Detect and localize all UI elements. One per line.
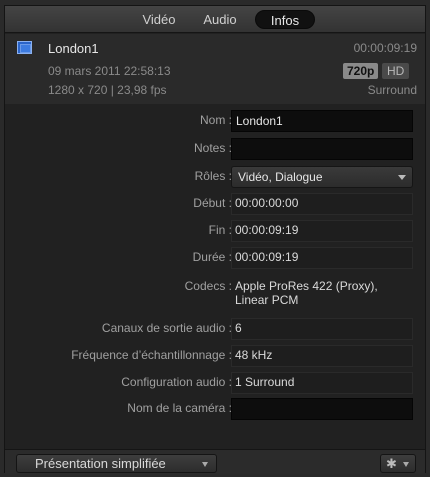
tab-bar: Vidéo Audio Infos (5, 6, 425, 33)
codecs-value-line2: Linear PCM (235, 293, 299, 307)
row-roles: Rôles : Vidéo, Dialogue (5, 166, 425, 188)
debut-label: Début : (193, 196, 232, 210)
canaux-value: 6 (235, 321, 242, 335)
format-720p-badge: 720p (343, 63, 379, 79)
inspector-panel: Vidéo Audio Infos London1 00:00:09:19 09… (4, 5, 426, 474)
row-frequence: Fréquence d’échantillonnage : 48 kHz (5, 345, 425, 367)
codecs-label: Codecs : (184, 279, 232, 293)
inspector-footer: Présentation simplifiée ✱ (5, 449, 425, 474)
nom-field[interactable]: London1 (231, 110, 413, 132)
row-canaux: Canaux de sortie audio : 6 (5, 318, 425, 340)
row-camera: Nom de la caméra : (5, 398, 425, 420)
roles-label: Rôles : (194, 169, 232, 183)
view-mode-label: Présentation simplifiée (35, 456, 166, 471)
clip-duration: 00:00:09:19 (353, 41, 417, 55)
clip-header: London1 00:00:09:19 09 mars 2011 22:58:1… (5, 34, 425, 104)
fin-label: Fin : (208, 223, 232, 237)
clip-name: London1 (48, 41, 99, 56)
camera-field[interactable] (231, 398, 413, 420)
clip-date: 09 mars 2011 22:58:13 (48, 64, 171, 78)
chevron-down-icon (398, 175, 406, 180)
config-value: 1 Surround (235, 375, 295, 389)
camera-label: Nom de la caméra : (127, 401, 232, 415)
fin-value: 00:00:09:19 (235, 223, 299, 237)
row-duree: Durée : 00:00:09:19 (5, 247, 425, 269)
row-debut: Début : 00:00:00:00 (5, 193, 425, 215)
tab-audio[interactable]: Audio (193, 10, 247, 29)
frequence-label: Fréquence d’échantillonnage : (71, 348, 232, 362)
notes-field[interactable] (231, 138, 413, 160)
codecs-value-line1: Apple ProRes 422 (Proxy), (235, 279, 378, 293)
row-nom: Nom : London1 (5, 110, 425, 132)
roles-value: Vidéo, Dialogue (238, 170, 323, 184)
row-config: Configuration audio : 1 Surround (5, 372, 425, 394)
roles-select[interactable]: Vidéo, Dialogue (231, 166, 413, 188)
canaux-label: Canaux de sortie audio : (101, 321, 232, 335)
inspector-window: Vidéo Audio Infos London1 00:00:09:19 09… (0, 0, 430, 477)
nom-label: Nom : (199, 113, 232, 127)
row-notes: Notes : (5, 138, 425, 160)
clip-resolution: 1280 x 720 | 23,98 fps (48, 83, 167, 97)
view-mode-select[interactable]: Présentation simplifiée (16, 454, 217, 473)
row-codecs: Codecs : Apple ProRes 422 (Proxy), Linea… (5, 276, 425, 312)
chevron-down-icon (403, 462, 409, 467)
debut-value: 00:00:00:00 (235, 196, 299, 210)
tab-video[interactable]: Vidéo (129, 10, 189, 29)
canaux-box (231, 318, 413, 340)
notes-label: Notes : (193, 141, 232, 155)
tab-infos[interactable]: Infos (255, 10, 315, 29)
row-fin: Fin : 00:00:09:19 (5, 220, 425, 242)
clip-audio-format: Surround (367, 83, 417, 97)
duree-value: 00:00:09:19 (235, 250, 299, 264)
gear-menu-button[interactable]: ✱ (380, 454, 416, 473)
duree-label: Durée : (192, 250, 232, 264)
format-hd-badge: HD (382, 63, 410, 79)
config-label: Configuration audio : (121, 375, 232, 389)
film-clip-icon (17, 41, 32, 54)
gear-icon: ✱ (386, 456, 397, 471)
chevron-down-icon (202, 462, 208, 467)
frequence-value: 48 kHz (235, 348, 273, 362)
